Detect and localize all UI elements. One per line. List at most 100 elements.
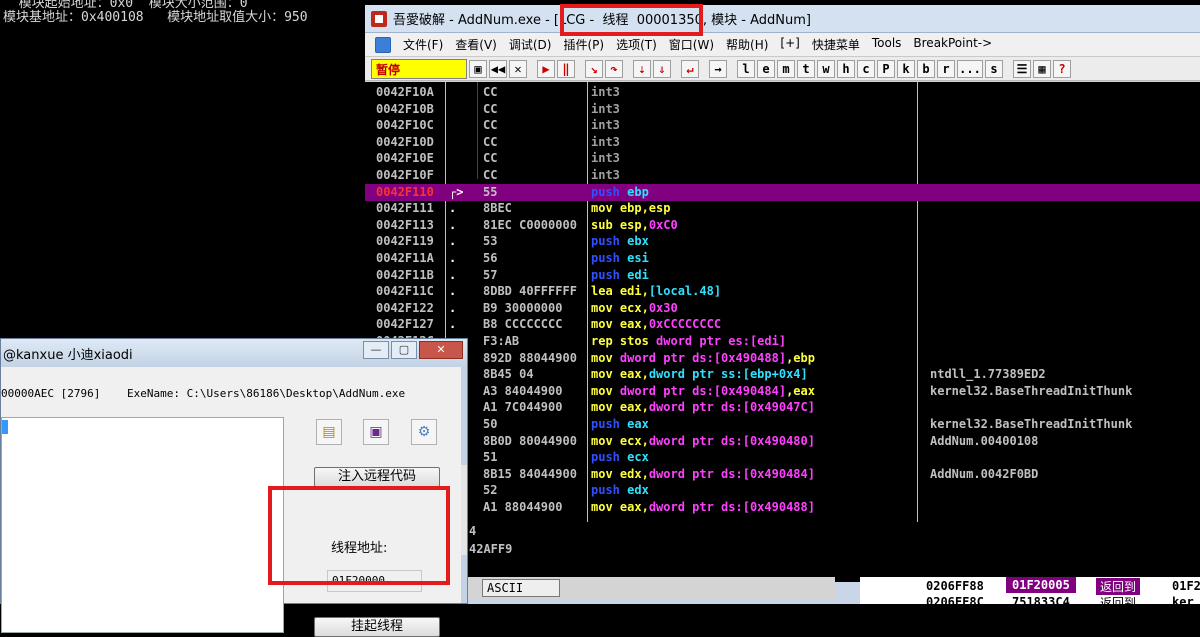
dialog-scrollbar[interactable] [461,465,467,555]
goto-icon[interactable]: → [709,59,727,78]
open-icon[interactable]: ▣ [469,59,487,78]
hex-bytes: 8BEC [483,201,512,216]
disasm-row[interactable]: 0042F12C.F3:ABrep stos dword ptr es:[edi… [365,333,1200,350]
instruction-token: ,eax [786,383,815,398]
hex-bytes: A1 88044900 [483,500,563,514]
toolbar-window-button[interactable]: e [757,59,775,78]
disasm-row[interactable]: 0042F111. 8BEC mov ebp,esp [365,200,1200,217]
cpu-window-icon[interactable] [375,36,391,53]
instruction-token: ebx [627,234,649,249]
disasm-row[interactable]: 0042F10B CC int3 [365,101,1200,118]
stack-pane[interactable]: 0206FF88 01F20005 返回到 01F2 0206FF8C 7518… [860,577,1200,610]
disasm-row[interactable]: 0042F12E.892D 88044900mov dword ptr ds:[… [365,350,1200,367]
toolbar-window-button[interactable]: k [897,59,915,78]
instruction-token: int3 [591,101,620,116]
disasm-row[interactable]: 0042F10F CC int3 [365,167,1200,184]
toolbar-window-button[interactable]: t [797,59,815,78]
help-icon[interactable]: ? [1053,59,1071,78]
disasm-row[interactable]: 0042F10C CC int3 [365,117,1200,134]
address: 0042F10B [376,101,434,116]
suspend-thread-button[interactable]: 挂起线程 [314,617,440,637]
hex-bytes: CC [483,151,498,166]
rewind-icon[interactable]: ◀◀ [489,59,507,78]
toolbar-window-button[interactable]: ... [957,59,983,78]
instruction-token: eax, [619,317,649,332]
disasm-row[interactable]: 0042F10E CC int3 [365,150,1200,167]
menu-item[interactable]: 查看(V) [449,36,503,53]
disasm-row[interactable]: 0042F150.A1 88044900mov eax,dword ptr ds… [365,499,1200,516]
menu-item[interactable]: BreakPoint-> [907,36,998,53]
menu-item[interactable]: 帮助(H) [720,36,774,53]
debugger-titlebar[interactable]: 吾愛破解 - AddNum.exe - [LCG - 线程 00001350, … [365,5,1200,33]
jump-marker: . [449,217,457,232]
disasm-row[interactable]: 0042F142.8B0D 80044900mov ecx,dword ptr … [365,433,1200,450]
execute-till-return-icon[interactable]: ↵ [681,59,699,78]
disasm-row[interactable]: 0042F137.A3 84044900mov dword ptr ds:[0x… [365,383,1200,400]
disasm-row[interactable]: 0042F113. 81EC C0000000 sub esp,0xC0 [365,217,1200,234]
trace-over-icon[interactable]: ⇓ [653,59,671,78]
stack-val-1: 01F20005 [1006,577,1076,593]
trace-into-icon[interactable]: ⇣ [633,59,651,78]
menu-item[interactable]: 调试(D) [503,36,558,53]
grid-icon[interactable]: ▦ [1033,59,1051,78]
toolbar-window-button[interactable]: w [817,59,835,78]
instruction-token: ebp [627,184,649,199]
process-list[interactable] [1,417,284,633]
disasm-row[interactable]: 0042F11A. 56 push esi [365,250,1200,267]
stack-cmt-1b: 01F2 [1172,579,1200,593]
menu-item[interactable]: 插件(P) [557,36,610,53]
pause-icon[interactable]: ‖ [557,59,575,78]
toolbar-window-button[interactable]: P [877,59,895,78]
toolbar-window-button[interactable]: l [737,59,755,78]
run-icon[interactable]: ▶ [537,59,555,78]
menu-item[interactable]: 文件(F) [397,36,449,53]
close-icon[interactable]: ✕ [509,59,527,78]
settings-gear-icon[interactable]: ⚙ [411,419,437,445]
toolbar-window-button[interactable]: b [917,59,935,78]
save-icon[interactable]: ▣ [363,419,389,445]
toolbar-window-button[interactable]: c [857,59,875,78]
dump-mode[interactable]: ASCII [482,579,560,597]
instruction-token: dword ptr ds:[0x490480] [648,433,815,448]
toolbar-window-button[interactable]: m [777,59,795,78]
toolbar-window-button[interactable]: h [837,59,855,78]
disasm-row[interactable]: 0042F13C.A1 7C044900mov eax,dword ptr ds… [365,399,1200,416]
address: 0042F10F [376,168,434,182]
disasm-row[interactable]: 0042F11B. 57 push edi [365,267,1200,284]
menu-item[interactable]: 窗口(W) [663,36,720,53]
disasm-row[interactable]: 0042F141.50push eaxkernel32.BaseThreadIn… [365,416,1200,433]
instruction-token: mov [591,201,620,216]
disasm-row[interactable]: 0042F110 ┌> 55 push ebp [365,183,1200,201]
inject-remote-code-button[interactable]: 注入远程代码 [314,467,440,487]
disasm-row[interactable]: 0042F14F.52push edx [365,482,1200,499]
menu-item[interactable]: Tools [866,36,908,53]
step-into-icon[interactable]: ↘ [585,59,603,78]
disasm-row[interactable]: 0042F134.8B45 04mov eax,dword ptr ss:[eb… [365,366,1200,383]
disasm-row[interactable]: 0042F10A CC int3 [365,84,1200,101]
maximize-button[interactable]: ▢ [391,341,417,359]
list-icon[interactable]: ☰ [1013,59,1031,78]
open-folder-icon[interactable]: ▤ [316,419,342,445]
disasm-row[interactable]: 0042F148.51push ecx [365,449,1200,466]
selected-list-item[interactable] [2,420,8,434]
disasm-row[interactable]: 0042F127. B8 CCCCCCCC mov eax,0xCCCCCCCC [365,316,1200,333]
menu-item[interactable]: 快捷菜单 [806,36,866,53]
step-over-icon[interactable]: ↷ [605,59,623,78]
disasm-row[interactable]: 0042F122. B9 30000000 mov ecx,0x30 [365,300,1200,317]
toolbar-window-button[interactable]: s [985,59,1003,78]
disasm-row[interactable]: 0042F119. 53 push ebx [365,233,1200,250]
menu-item[interactable]: 选项(T) [610,36,663,53]
toolbar-window-button[interactable]: r [937,59,955,78]
close-button[interactable]: ✕ [419,341,463,359]
disasm-row[interactable]: 0042F10D CC int3 [365,134,1200,151]
disasm-row[interactable]: 0042F11C. 8DBD 40FFFFFF lea edi,[local.48] [365,283,1200,300]
disassembly-pane[interactable]: 0042F10A CC int3 0042F10B CC int3 0042F10C CC in… [365,82,1200,522]
disasm-row[interactable]: 0042F149.8B15 84044900mov edx,dword ptr … [365,466,1200,483]
info-line-2: 42AFF9 [469,542,513,556]
menu-item[interactable]: [+] [774,36,805,53]
instruction-token: int3 [591,168,620,182]
thread-highlight-box [268,486,450,585]
stack-val-2: 751833C4 [1012,595,1070,609]
minimize-button[interactable]: — [363,341,389,359]
hex-bytes: 8DBD 40FFFFFF [483,284,577,299]
